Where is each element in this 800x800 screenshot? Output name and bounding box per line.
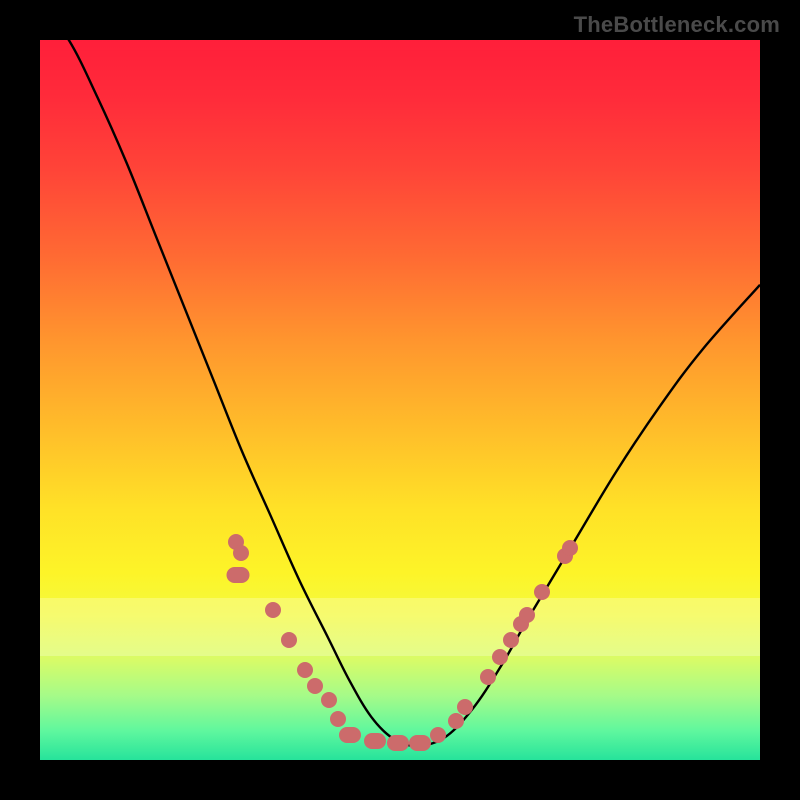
curve-marker <box>387 735 409 751</box>
curve-marker <box>430 727 446 743</box>
curve-marker <box>330 711 346 727</box>
curve-marker <box>281 632 297 648</box>
curve-marker <box>480 669 496 685</box>
curve-marker <box>339 727 361 743</box>
chart-frame: TheBottleneck.com <box>0 0 800 800</box>
curve-marker <box>562 540 578 556</box>
curve-marker <box>321 692 337 708</box>
curve-marker <box>297 662 313 678</box>
curve-marker <box>409 735 431 751</box>
curve-marker <box>457 699 473 715</box>
plot-area <box>40 40 760 760</box>
curve-marker <box>364 733 386 749</box>
watermark-text: TheBottleneck.com <box>574 12 780 38</box>
curve-marker <box>307 678 323 694</box>
curve-marker <box>448 713 464 729</box>
curve-marker <box>503 632 519 648</box>
curve-marker <box>534 584 550 600</box>
curve-marker <box>233 545 249 561</box>
curve-marker <box>492 649 508 665</box>
bottleneck-curve <box>40 40 760 760</box>
curve-marker <box>227 567 250 583</box>
curve-path <box>40 40 760 746</box>
curve-marker <box>265 602 281 618</box>
curve-marker <box>519 607 535 623</box>
